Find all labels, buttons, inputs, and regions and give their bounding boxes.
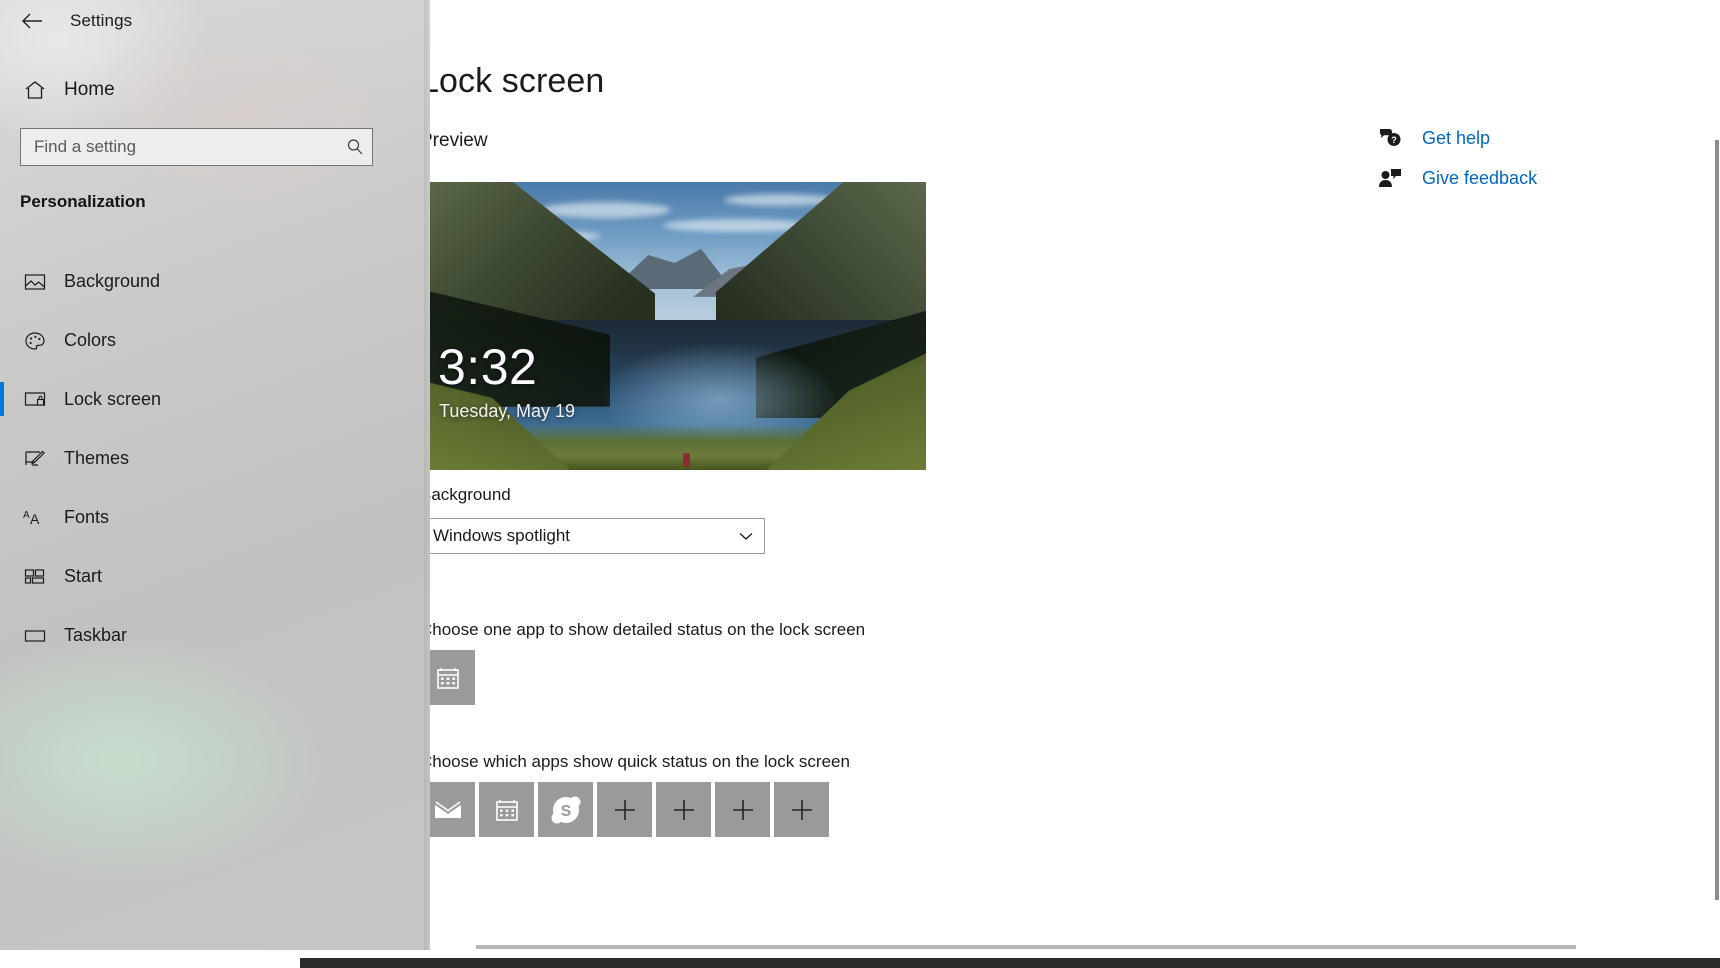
vertical-scrollbar-thumb[interactable] xyxy=(1715,140,1719,900)
quick-status-tile-add[interactable] xyxy=(774,782,829,837)
lock-screen-glyph xyxy=(24,391,46,409)
plus-icon xyxy=(731,798,755,822)
chevron-down-glyph xyxy=(738,530,754,542)
mail-icon xyxy=(433,798,463,822)
sidebar-item-label: Themes xyxy=(64,448,129,469)
page-title: Lock screen xyxy=(430,62,604,101)
calendar-icon xyxy=(493,796,521,824)
quick-status-tile-skype[interactable]: S xyxy=(538,782,593,837)
start-glyph xyxy=(24,568,46,586)
sidebar-item-fonts[interactable]: A A Fonts xyxy=(0,488,430,547)
quick-status-tile-add[interactable] xyxy=(597,782,652,837)
search-box[interactable] xyxy=(20,128,373,166)
sidebar-item-background[interactable]: Background xyxy=(0,252,430,311)
svg-text:S: S xyxy=(560,803,571,820)
sidebar: Settings Home Personalization xyxy=(0,0,430,950)
titlebar: Settings xyxy=(0,0,430,42)
chevron-down-icon xyxy=(728,530,764,542)
palette-icon xyxy=(20,331,50,351)
preview-clock-date: Tuesday, May 19 xyxy=(439,401,575,422)
brush-icon xyxy=(20,449,50,469)
sidebar-item-label: Fonts xyxy=(64,507,109,528)
selection-indicator xyxy=(0,382,4,416)
quick-status-tile-mail[interactable] xyxy=(430,782,475,837)
sidebar-item-label: Colors xyxy=(64,330,116,351)
sidebar-item-label: Taskbar xyxy=(64,625,127,646)
sidebar-category-heading: Personalization xyxy=(20,192,146,212)
home-glyph xyxy=(24,80,46,100)
get-help-label: Get help xyxy=(1422,128,1490,149)
taskbar-glyph xyxy=(24,628,46,644)
brush-glyph xyxy=(24,449,46,469)
search-glyph xyxy=(346,138,364,156)
image-glyph xyxy=(24,273,46,291)
help-chat-glyph: ? xyxy=(1378,127,1402,149)
quick-status-tiles: S xyxy=(430,782,829,837)
get-help-link[interactable]: ? Get help xyxy=(1370,118,1620,158)
give-feedback-link[interactable]: Give feedback xyxy=(1370,158,1620,198)
horizontal-scrollbar[interactable] xyxy=(430,944,1720,950)
back-arrow-glyph xyxy=(21,12,43,30)
vertical-scrollbar[interactable] xyxy=(1714,120,1720,930)
plus-icon xyxy=(613,798,637,822)
feedback-person-icon xyxy=(1370,167,1410,189)
horizontal-scrollbar-thumb[interactable] xyxy=(476,945,1576,949)
svg-text:A: A xyxy=(23,510,30,521)
home-icon xyxy=(20,80,50,100)
main-content: Lock screen Preview 3:32 Tuesday, May 19 xyxy=(430,0,1720,950)
calendar-icon xyxy=(434,664,462,692)
quick-status-tile-add[interactable] xyxy=(715,782,770,837)
search-input[interactable] xyxy=(21,137,338,157)
sidebar-item-themes[interactable]: Themes xyxy=(0,429,430,488)
sidebar-item-label: Start xyxy=(64,566,102,587)
plus-icon xyxy=(790,798,814,822)
sidebar-item-start[interactable]: Start xyxy=(0,547,430,606)
help-chat-icon: ? xyxy=(1370,127,1410,149)
background-label: Background xyxy=(430,485,511,505)
palette-glyph xyxy=(24,331,46,351)
sidebar-item-label: Lock screen xyxy=(64,389,161,410)
svg-text:A: A xyxy=(30,511,40,527)
search-icon[interactable] xyxy=(338,138,372,156)
preview-section-label: Preview xyxy=(430,130,488,152)
sidebar-nav: Background Colors xyxy=(0,252,430,665)
preview-hiker xyxy=(683,453,690,467)
sidebar-home-label: Home xyxy=(64,79,115,101)
fonts-glyph: A A xyxy=(23,508,47,528)
window-title: Settings xyxy=(70,11,132,31)
back-arrow-icon[interactable] xyxy=(8,1,56,41)
quick-status-label: Choose which apps show quick status on t… xyxy=(430,752,850,772)
taskbar-icon xyxy=(20,628,50,644)
quick-status-tile-calendar[interactable] xyxy=(479,782,534,837)
start-icon xyxy=(20,568,50,586)
sidebar-item-colors[interactable]: Colors xyxy=(0,311,430,370)
background-dropdown[interactable]: Windows spotlight xyxy=(430,518,765,554)
desktop-edge-strip-left xyxy=(0,958,300,968)
detailed-status-tiles xyxy=(430,650,475,705)
lock-screen-icon xyxy=(20,391,50,409)
give-feedback-label: Give feedback xyxy=(1422,168,1537,189)
sidebar-item-label: Background xyxy=(64,271,160,292)
sidebar-item-taskbar[interactable]: Taskbar xyxy=(0,606,430,665)
desktop-edge-strip xyxy=(300,958,1720,968)
plus-icon xyxy=(672,798,696,822)
sidebar-item-home[interactable]: Home xyxy=(0,68,380,112)
detailed-status-label: Choose one app to show detailed status o… xyxy=(430,620,865,640)
sidebar-item-lock-screen[interactable]: Lock screen xyxy=(0,370,430,429)
skype-icon: S xyxy=(549,793,583,827)
feedback-person-glyph xyxy=(1378,167,1402,189)
detailed-status-tile-calendar[interactable] xyxy=(430,650,475,705)
background-dropdown-value: Windows spotlight xyxy=(430,526,728,546)
lock-screen-preview: 3:32 Tuesday, May 19 xyxy=(430,182,926,470)
settings-window: Settings Home Personalization xyxy=(0,0,1720,968)
image-icon xyxy=(20,273,50,291)
preview-cloud xyxy=(724,194,834,206)
help-panel: ? Get help Give feedback xyxy=(1370,118,1620,198)
fonts-icon: A A xyxy=(20,508,50,528)
quick-status-tile-add[interactable] xyxy=(656,782,711,837)
preview-clock-time: 3:32 xyxy=(438,338,537,396)
svg-text:?: ? xyxy=(1391,135,1397,145)
